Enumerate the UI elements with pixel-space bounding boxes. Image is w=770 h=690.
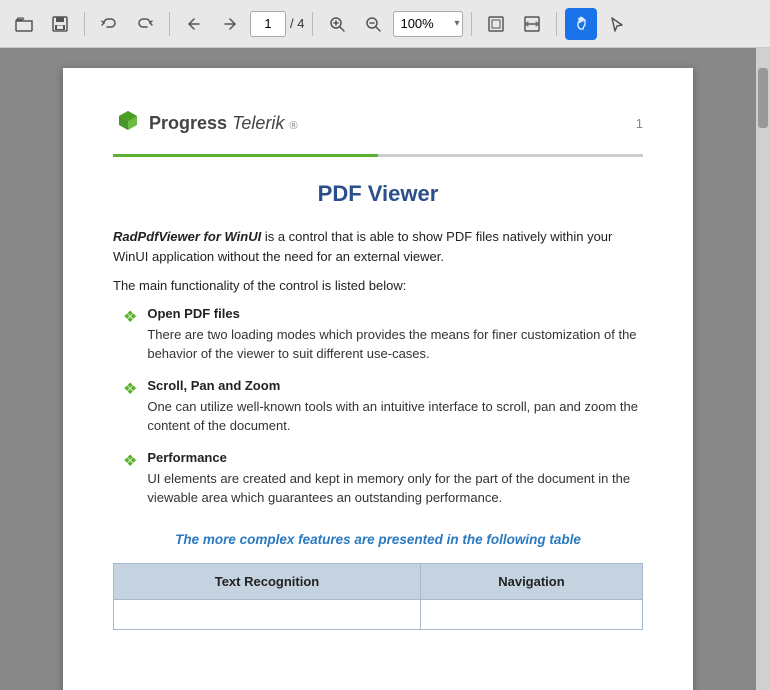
- bullet-title-2: Performance: [147, 450, 643, 465]
- separator-4: [471, 12, 472, 36]
- bullet-title-0: Open PDF files: [147, 306, 643, 321]
- zoom-out-button[interactable]: [357, 8, 389, 40]
- scrollbar-thumb[interactable]: [758, 68, 768, 128]
- bullet-symbol-0: ❖: [123, 307, 137, 364]
- zoom-level-display[interactable]: 100%: [393, 11, 463, 37]
- fit-page-button[interactable]: [480, 8, 512, 40]
- separator-3: [312, 12, 313, 36]
- page-separator: / 4: [290, 16, 304, 31]
- page-number: 1: [636, 116, 643, 131]
- bullet-content-1: Scroll, Pan and Zoom One can utilize wel…: [147, 378, 643, 436]
- intro-paragraph: RadPdfViewer for WinUI is a control that…: [113, 227, 643, 266]
- table-header-0: Text Recognition: [114, 563, 421, 599]
- bullet-item-0: ❖ Open PDF files There are two loading m…: [123, 306, 643, 364]
- features-text: The more complex features are presented …: [113, 532, 643, 547]
- bullet-content-2: Performance UI elements are created and …: [147, 450, 643, 508]
- logo: Progress Telerik ®: [113, 108, 298, 138]
- bullet-symbol-2: ❖: [123, 451, 137, 508]
- bullet-symbol-1: ❖: [123, 379, 137, 436]
- separator-5: [556, 12, 557, 36]
- total-pages: 4: [297, 16, 304, 31]
- bullet-desc-1: One can utilize well-known tools with an…: [147, 397, 643, 436]
- redo-button[interactable]: [129, 8, 161, 40]
- page-input[interactable]: 1: [250, 11, 286, 37]
- features-table: Text Recognition Navigation: [113, 563, 643, 630]
- bullet-content-0: Open PDF files There are two loading mod…: [147, 306, 643, 364]
- logo-area: Progress Telerik ® 1: [113, 108, 643, 138]
- pdf-title: PDF Viewer: [113, 181, 643, 207]
- bullet-item-2: ❖ Performance UI elements are created an…: [123, 450, 643, 508]
- scrollbar-track[interactable]: [756, 48, 770, 690]
- page-content: Progress Telerik ® 1 PDF Viewer RadPdfVi…: [63, 68, 693, 690]
- logo-product: Telerik: [232, 113, 284, 133]
- logo-icon: [113, 108, 143, 138]
- bullet-list: ❖ Open PDF files There are two loading m…: [113, 306, 643, 508]
- toolbar: 1 / 4 100%: [0, 0, 770, 48]
- separator-1: [84, 12, 85, 36]
- zoom-select-wrapper: 100%: [393, 11, 463, 37]
- pdf-page[interactable]: Progress Telerik ® 1 PDF Viewer RadPdfVi…: [0, 48, 756, 690]
- table-header-row: Text Recognition Navigation: [114, 563, 643, 599]
- select-button[interactable]: [601, 8, 633, 40]
- logo-text: Progress Telerik ®: [149, 113, 298, 134]
- open-button[interactable]: [8, 8, 40, 40]
- logo-brand: Progress: [149, 113, 227, 133]
- bullet-desc-0: There are two loading modes which provid…: [147, 325, 643, 364]
- fit-width-button[interactable]: [516, 8, 548, 40]
- zoom-in-button[interactable]: [321, 8, 353, 40]
- intro-bold-italic: RadPdfViewer for WinUI: [113, 229, 261, 244]
- bullet-title-1: Scroll, Pan and Zoom: [147, 378, 643, 393]
- separator-2: [169, 12, 170, 36]
- undo-button[interactable]: [93, 8, 125, 40]
- functionality-intro: The main functionality of the control is…: [113, 276, 643, 296]
- save-button[interactable]: [44, 8, 76, 40]
- main-area: Progress Telerik ® 1 PDF Viewer RadPdfVi…: [0, 48, 770, 690]
- logo-line: [113, 154, 643, 157]
- table-row: [114, 599, 643, 629]
- prev-page-button[interactable]: [178, 8, 210, 40]
- bullet-desc-2: UI elements are created and kept in memo…: [147, 469, 643, 508]
- next-page-button[interactable]: [214, 8, 246, 40]
- page-input-group: 1 / 4: [250, 11, 304, 37]
- pan-button[interactable]: [565, 8, 597, 40]
- table-header-1: Navigation: [420, 563, 642, 599]
- bullet-item-1: ❖ Scroll, Pan and Zoom One can utilize w…: [123, 378, 643, 436]
